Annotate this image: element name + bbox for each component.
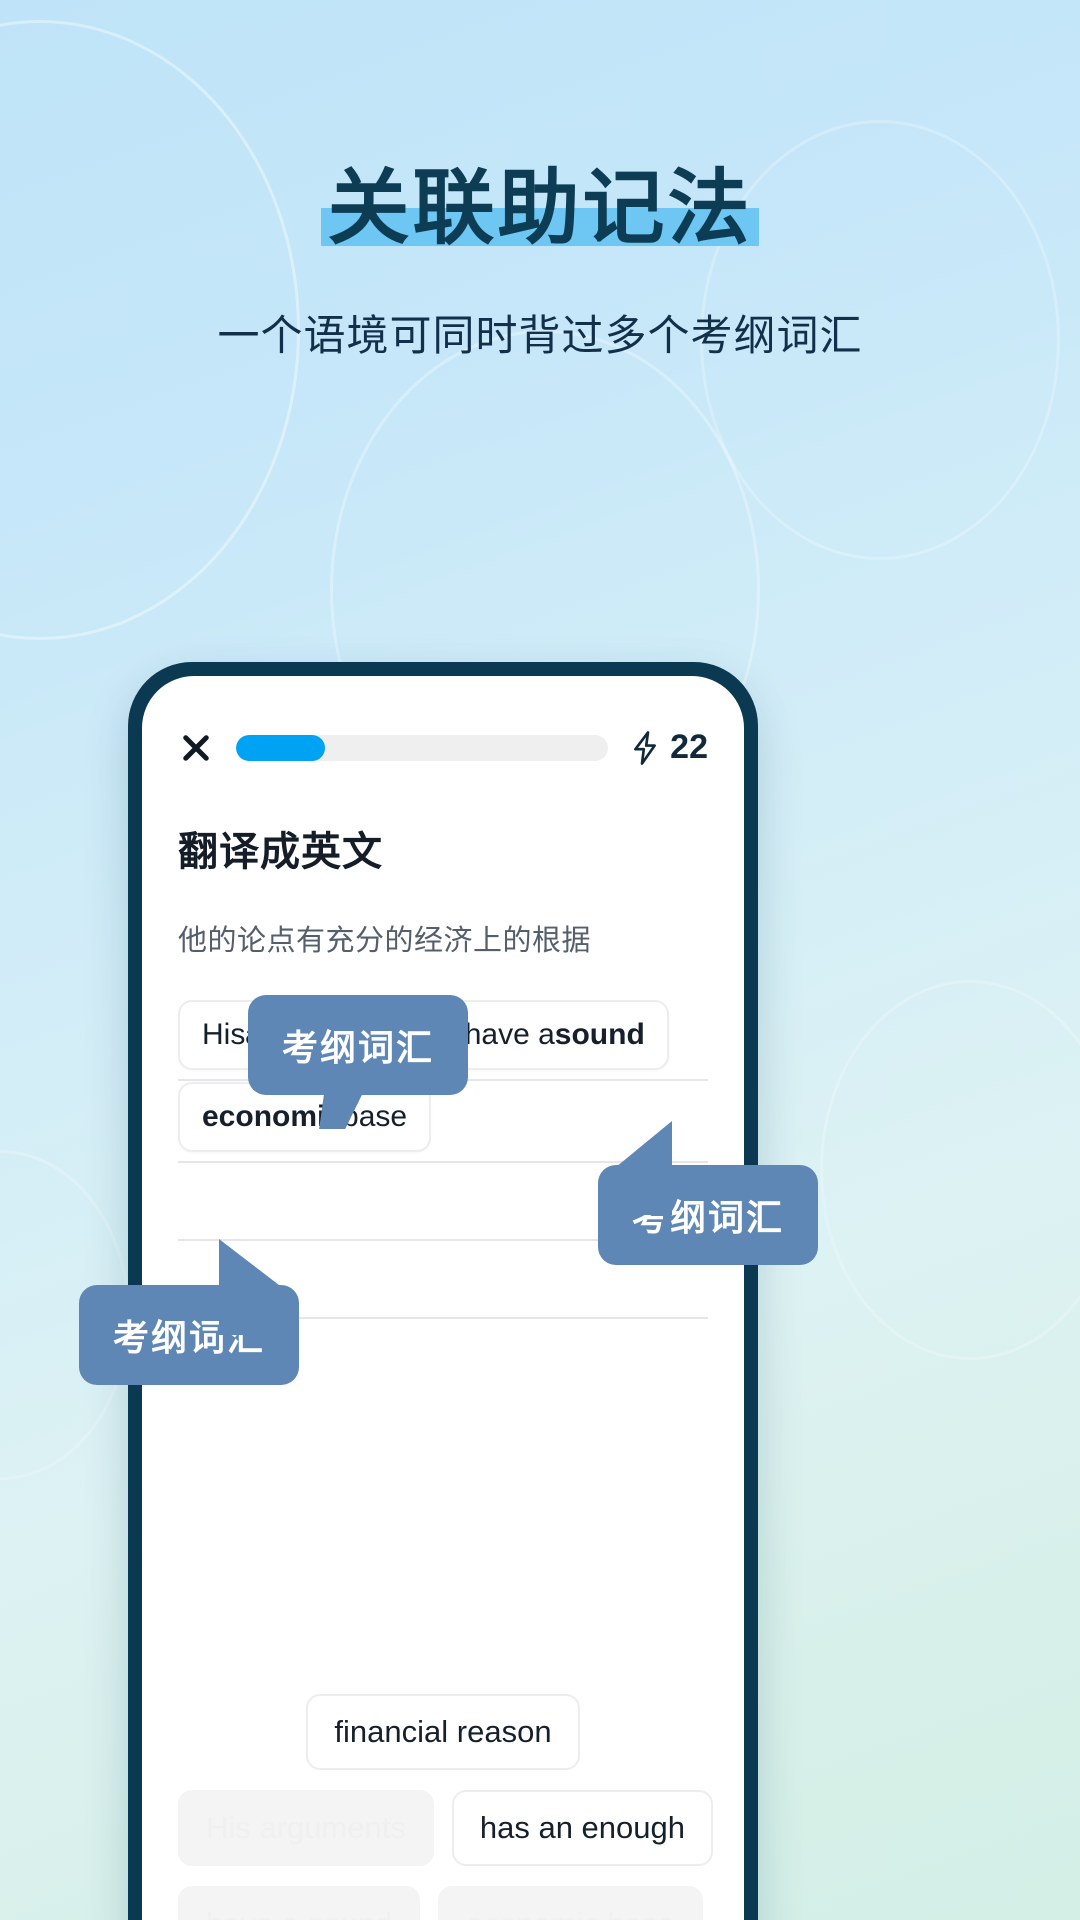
callout-exam-vocab-3: 考纲词汇 <box>79 1239 300 1385</box>
progress-bar-fill <box>236 734 326 761</box>
promo-screen: 关联助记法 一个语境可同时背过多个考纲词汇 22 翻译成英文 他的论点有充分的经… <box>0 0 1080 1920</box>
streak-indicator: 22 <box>630 728 708 767</box>
lightning-bolt-icon <box>634 730 657 765</box>
callout-tail <box>219 1239 280 1335</box>
question-instruction: 翻译成英文 <box>178 830 383 874</box>
app-topbar: 22 <box>142 676 744 767</box>
chip-prefix: have a <box>464 1018 555 1051</box>
word-bank-row: have a sound economic base <box>178 1886 708 1920</box>
word-bank-chip-used: His arguments <box>178 1790 434 1866</box>
page-title: 关联助记法 <box>327 163 753 254</box>
word-bank-row: financial reason <box>178 1694 708 1770</box>
callout-tail <box>319 1089 365 1129</box>
question-sentence: 他的论点有充分的经济上的根据 <box>178 925 592 957</box>
page-title-wrap: 关联助记法 <box>321 163 759 254</box>
chip-keyword: sound <box>554 1018 645 1051</box>
streak-count: 22 <box>670 728 708 766</box>
hero-header: 关联助记法 一个语境可同时背过多个考纲词汇 <box>0 0 1080 363</box>
close-icon[interactable] <box>178 730 214 766</box>
word-bank-chip[interactable]: financial reason <box>306 1694 580 1770</box>
word-bank-chip-used: have a sound <box>178 1886 421 1920</box>
callout-tail <box>616 1121 672 1215</box>
page-subtitle: 一个语境可同时背过多个考纲词汇 <box>217 312 863 359</box>
answer-chip[interactable]: have a sound <box>440 1000 669 1070</box>
word-bank-row: His arguments has an enough <box>178 1790 713 1866</box>
callout-exam-vocab-2: 考纲词汇 <box>598 1121 819 1265</box>
chip-prefix: His <box>202 1018 246 1051</box>
progress-bar <box>236 734 609 761</box>
word-bank: financial reason His arguments has an enou… <box>178 1694 713 1920</box>
background-swirl <box>820 980 1080 1360</box>
word-bank-chip[interactable]: has an enough <box>451 1790 713 1866</box>
word-bank-chip-used: economic base <box>438 1886 703 1920</box>
callout-exam-vocab-1: 考纲词汇 <box>248 995 469 1129</box>
callout-label: 考纲词汇 <box>282 1027 435 1068</box>
